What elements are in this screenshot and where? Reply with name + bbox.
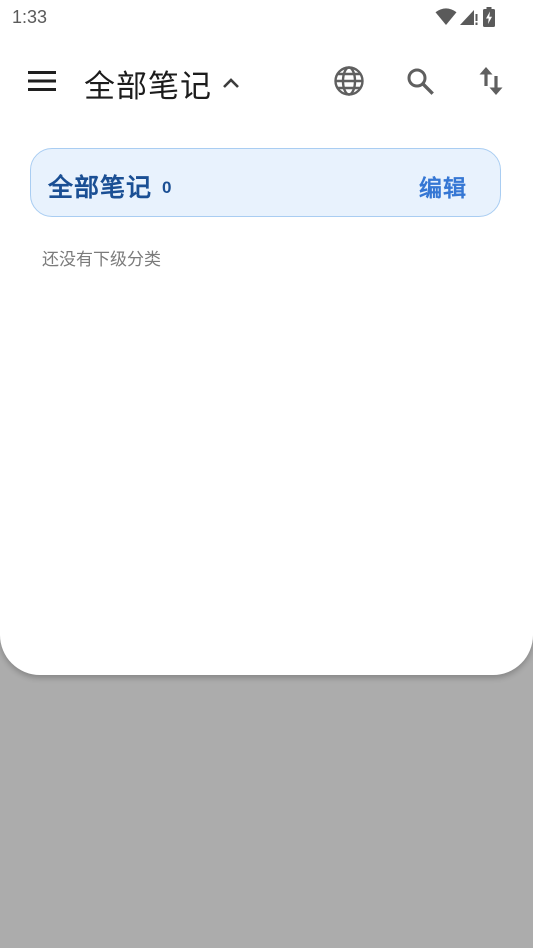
signal-icon: [459, 8, 479, 26]
search-icon: [406, 67, 434, 99]
globe-button[interactable]: [329, 63, 369, 103]
category-card-all-notes[interactable]: 全部笔记 0 编辑: [30, 148, 501, 217]
notes-drop-panel: 1:33 全部笔记 全部笔记 0 编辑 还没有下级分类: [0, 0, 533, 675]
page-title: 全部笔记: [84, 68, 212, 105]
menu-button[interactable]: [23, 64, 61, 102]
category-title: 全部笔记: [48, 173, 153, 202]
status-time: 1:33: [12, 7, 48, 27]
sort-icon: [479, 66, 503, 100]
edit-button[interactable]: 编辑: [419, 169, 467, 203]
chevron-up-icon: [220, 72, 242, 94]
background-scrim[interactable]: [0, 680, 533, 948]
sort-button[interactable]: [471, 63, 511, 103]
status-bar: 1:33: [0, 0, 533, 36]
search-button[interactable]: [400, 63, 440, 103]
wifi-icon: [435, 8, 457, 26]
status-icons: [435, 6, 495, 28]
battery-charging-icon: [483, 7, 495, 27]
category-note-count: 0: [162, 178, 172, 197]
title-dropdown-toggle[interactable]: 全部笔记: [84, 58, 242, 108]
menu-icon: [28, 71, 56, 95]
globe-icon: [333, 65, 365, 101]
empty-subcategory-message: 还没有下级分类: [42, 250, 161, 270]
